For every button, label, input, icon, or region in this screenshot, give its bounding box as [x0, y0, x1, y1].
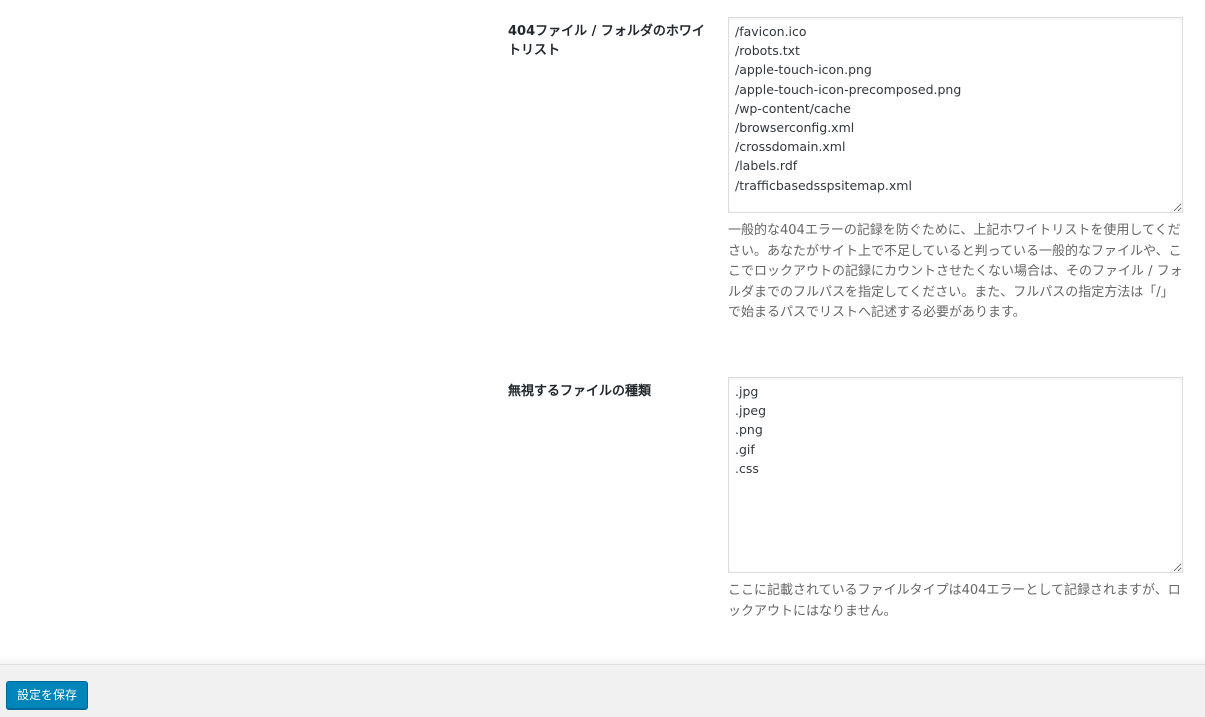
whitelist-field: /favicon.ico /robots.txt /apple-touch-ic… [728, 17, 1183, 324]
whitelist-description: 一般的な404エラーの記録を防ぐために、上記ホワイトリストを使用してください。あ… [728, 223, 1183, 320]
footer-shadow [0, 655, 1205, 664]
settings-footer: 設定を保存 [0, 664, 1205, 717]
whitelist-textarea[interactable]: /favicon.ico /robots.txt /apple-touch-ic… [728, 17, 1183, 213]
ignored-types-description: ここに記載されているファイルタイプは404エラーとして記録されますが、ロックアウ… [728, 583, 1181, 619]
settings-content: 404ファイル / フォルダのホワイトリスト /favicon.ico /rob… [0, 0, 1205, 655]
ignored-types-label: 無視するファイルの種類 [508, 384, 652, 399]
save-settings-button[interactable]: 設定を保存 [6, 681, 89, 709]
ignored-types-textarea[interactable]: .jpg .jpeg .png .gif .css [728, 377, 1183, 573]
whitelist-label: 404ファイル / フォルダのホワイトリスト [508, 24, 705, 58]
ignored-types-field: .jpg .jpeg .png .gif .css ここに記載されているファイル… [728, 377, 1183, 622]
